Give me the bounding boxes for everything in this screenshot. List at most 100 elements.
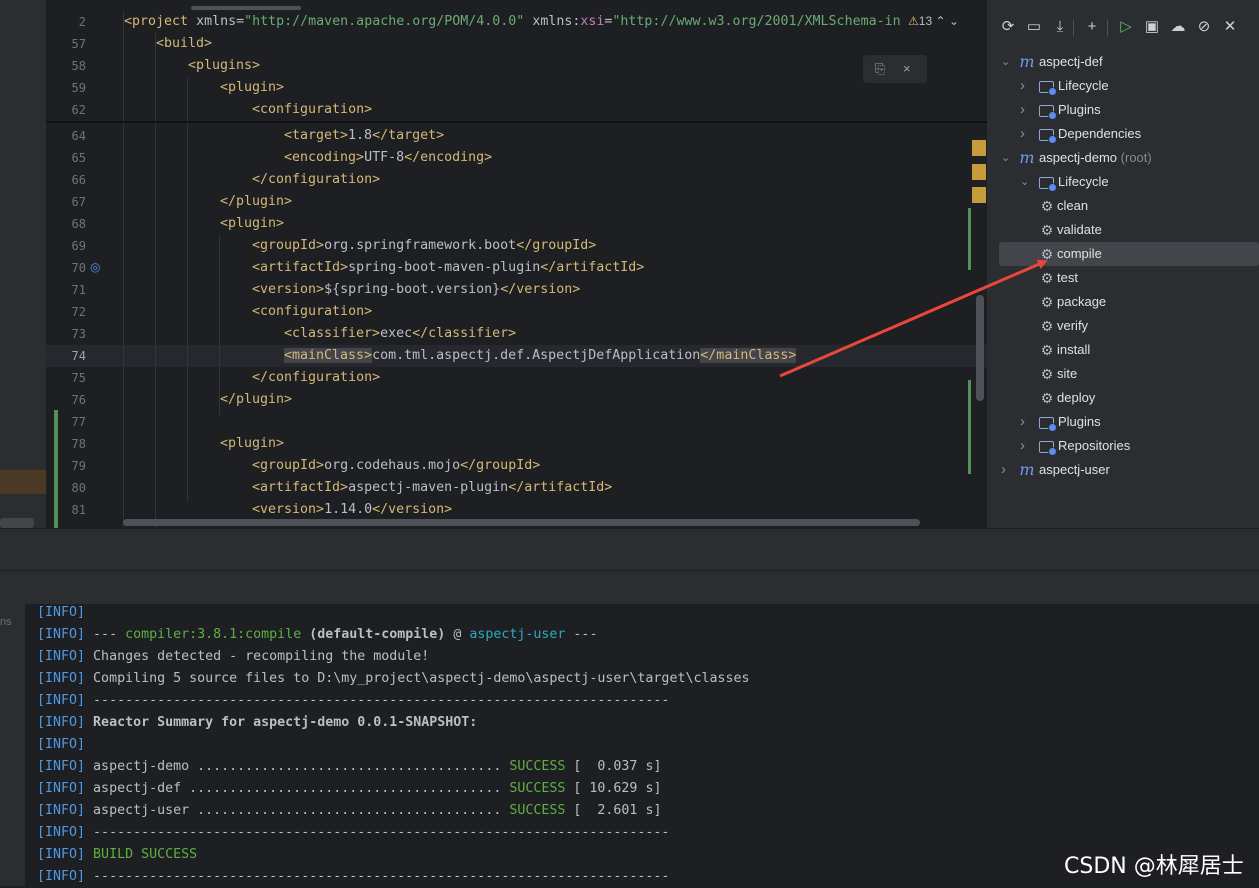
line-number[interactable]: 65 (46, 147, 86, 169)
project-tree-scrollbar[interactable] (0, 518, 34, 528)
code-text[interactable]: <plugin> (220, 433, 284, 455)
horizontal-scrollbar[interactable] (123, 519, 920, 526)
code-text[interactable]: <version>${spring-boot.version}</version… (252, 279, 580, 301)
code-text[interactable]: <classifier>exec</classifier> (284, 323, 516, 345)
code-editor[interactable]: 2 <project xmlns="http://maven.apache.org… (46, 0, 987, 528)
code-line[interactable]: 2 <project xmlns="http://maven.apache.org… (46, 11, 987, 33)
maven-tree-item-install[interactable]: ⚙ install (987, 338, 1259, 362)
maven-tree-item-verify[interactable]: ⚙ verify (987, 314, 1259, 338)
code-text[interactable]: <artifactId>spring-boot-maven-plugin</ar… (252, 257, 644, 279)
maven-tree-item-test[interactable]: ⚙ test (987, 266, 1259, 290)
vcs-change-marker[interactable] (968, 208, 971, 270)
maven-tree-item-demo-plugins[interactable]: › Plugins (987, 410, 1259, 434)
line-number[interactable]: 80 (46, 477, 86, 499)
code-text[interactable]: <version>1.14.0</version> (252, 499, 452, 521)
code-text[interactable]: </plugin> (220, 191, 292, 213)
line-number[interactable]: 77 (46, 411, 86, 433)
console-line[interactable]: [INFO] ---------------------------------… (37, 690, 669, 712)
line-number[interactable]: 78 (46, 433, 86, 455)
chevron-down-icon[interactable]: ⌄ (1020, 170, 1032, 194)
code-text[interactable]: <project xmlns="http://maven.apache.org/… (124, 11, 901, 33)
console-line[interactable]: [INFO] Changes detected - recompiling th… (37, 646, 429, 668)
maven-tree-item-aspectj-user[interactable]: › m aspectj-user (987, 458, 1259, 482)
line-number[interactable]: 69 (46, 235, 86, 257)
console-line[interactable]: [INFO] --- compiler:3.8.1:compile (defau… (37, 624, 597, 646)
chevron-down-icon[interactable]: ⌄ (949, 14, 959, 28)
chevron-right-icon[interactable]: › (1020, 434, 1032, 458)
chevron-down-icon[interactable]: ⌄ (1001, 146, 1013, 170)
build-console[interactable]: [INFO] [INFO] --- compiler:3.8.1:compile … (25, 604, 1259, 886)
add-folder-icon[interactable]: ▭ (1025, 18, 1043, 36)
line-number[interactable]: 70 (46, 257, 86, 279)
code-text[interactable]: <groupId>org.springframework.boot</group… (252, 235, 596, 257)
console-line[interactable]: [INFO] ---------------------------------… (37, 822, 669, 844)
warning-marker[interactable] (972, 164, 986, 180)
warning-marker[interactable] (972, 140, 986, 156)
maven-tree-item-def-lifecycle[interactable]: › Lifecycle (987, 74, 1259, 98)
line-number[interactable]: 71 (46, 279, 86, 301)
line-number[interactable]: 2 (46, 11, 86, 33)
code-text[interactable]: <artifactId>aspectj-maven-plugin</artifa… (252, 477, 612, 499)
code-text[interactable]: </configuration> (252, 169, 380, 191)
code-text[interactable]: </configuration> (252, 367, 380, 389)
code-text[interactable]: <encoding>UTF-8</encoding> (284, 147, 492, 169)
skip-tests-icon[interactable]: ⊘ (1195, 18, 1213, 36)
line-number[interactable]: 59 (46, 77, 86, 99)
chevron-right-icon[interactable]: › (1020, 122, 1032, 146)
maven-tree-item-def-dependencies[interactable]: › Dependencies (987, 122, 1259, 146)
maven-tree-item-def-plugins[interactable]: › Plugins (987, 98, 1259, 122)
execute-goal-icon[interactable]: ▣ (1143, 18, 1161, 36)
console-line[interactable]: [INFO] (37, 602, 85, 624)
plus-icon[interactable]: + (1083, 18, 1101, 36)
vcs-change-marker[interactable] (968, 380, 971, 474)
line-number[interactable]: 64 (46, 125, 86, 147)
code-text[interactable]: <groupId>org.codehaus.mojo</groupId> (252, 455, 540, 477)
override-gutter-icon[interactable]: ◎ (90, 260, 100, 274)
line-number[interactable]: 66 (46, 169, 86, 191)
download-icon[interactable]: ⤓ (1051, 18, 1069, 36)
code-text[interactable]: <target>1.8</target> (284, 125, 444, 147)
maven-tree-item-aspectj-def[interactable]: ⌄ m aspectj-def (987, 50, 1259, 74)
run-icon[interactable]: ▷ (1117, 18, 1135, 36)
warnings-indicator[interactable]: ⚠13 ⌃ ⌄ (908, 14, 959, 28)
line-number[interactable]: 74 (46, 345, 86, 367)
console-line[interactable]: [INFO] BUILD SUCCESS (37, 844, 197, 866)
warning-marker[interactable] (972, 187, 986, 203)
code-text[interactable]: <configuration> (252, 99, 372, 121)
code-text[interactable]: <plugins> (188, 55, 260, 77)
line-number[interactable]: 62 (46, 99, 86, 121)
reader-mode-icon[interactable]: ⎘ (875, 61, 885, 77)
code-text[interactable]: <configuration> (252, 301, 372, 323)
maven-tree-item-demo-repositories[interactable]: › Repositories (987, 434, 1259, 458)
code-text[interactable]: <plugin> (220, 213, 284, 235)
line-number[interactable]: 75 (46, 367, 86, 389)
line-number[interactable]: 57 (46, 33, 86, 55)
code-text[interactable]: <plugin> (220, 77, 284, 99)
chevron-right-icon[interactable]: › (1001, 458, 1013, 482)
maven-tree-item-clean[interactable]: ⚙ clean (987, 194, 1259, 218)
console-line[interactable]: [INFO] aspectj-def .....................… (37, 778, 661, 800)
chevron-right-icon[interactable]: › (1020, 74, 1032, 98)
line-number[interactable]: 67 (46, 191, 86, 213)
maven-tree-item-package[interactable]: ⚙ package (987, 290, 1259, 314)
chevron-down-icon[interactable]: ⌄ (1001, 50, 1013, 74)
code-text[interactable]: <mainClass>com.tml.aspectj.def.AspectjDe… (284, 345, 797, 367)
chevron-up-icon[interactable]: ⌃ (935, 14, 945, 28)
line-number[interactable]: 79 (46, 455, 86, 477)
maven-tree-item-demo-lifecycle[interactable]: ⌄ Lifecycle (987, 170, 1259, 194)
offline-icon[interactable]: ☁ (1169, 18, 1187, 36)
vcs-added-marker[interactable] (54, 410, 58, 528)
console-line[interactable]: [INFO] (37, 734, 85, 756)
maven-tree-item-deploy[interactable]: ⚙ deploy (987, 386, 1259, 410)
console-line[interactable]: [INFO] ---------------------------------… (37, 866, 669, 888)
code-line[interactable]: 58 <plugins> (46, 55, 987, 77)
maven-tree-item-compile[interactable]: ⚙ compile (999, 242, 1259, 266)
reload-icon[interactable]: ⟳ (999, 18, 1017, 36)
maven-tree-item-validate[interactable]: ⚙ validate (987, 218, 1259, 242)
code-text[interactable]: </plugin> (220, 389, 292, 411)
line-number[interactable]: 72 (46, 301, 86, 323)
collapse-icon[interactable]: ✕ (1221, 18, 1239, 36)
maven-tree-item-site[interactable]: ⚙ site (987, 362, 1259, 386)
console-line[interactable]: [INFO] Reactor Summary for aspectj-demo … (37, 712, 477, 734)
code-text[interactable]: <build> (156, 33, 212, 55)
